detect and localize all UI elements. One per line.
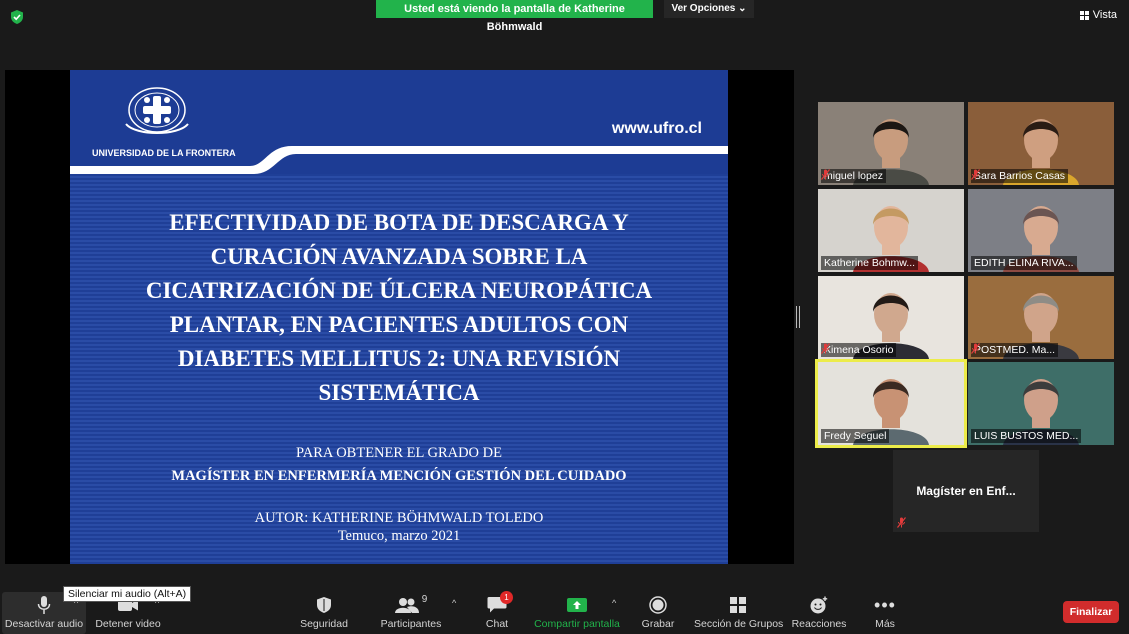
record-button[interactable]: Grabar <box>638 594 678 630</box>
share-screen-label: Compartir pantalla <box>534 618 620 630</box>
university-seal-logo <box>125 87 189 134</box>
participant-name-label: EDITH ELINA RIVA... <box>971 256 1077 270</box>
panel-resize-handle[interactable] <box>796 306 800 328</box>
university-name: UNIVERSIDAD DE LA FRONTERA <box>92 148 236 158</box>
participant-video-tile[interactable]: LUIS BUSTOS MED... <box>968 362 1114 445</box>
breakout-rooms-icon <box>730 597 746 613</box>
participant-name: LUIS BUSTOS MED... <box>974 430 1079 442</box>
breakout-rooms-button[interactable]: Sección de Grupos <box>694 594 784 630</box>
reactions-label: Reacciones <box>791 618 847 630</box>
participant-name-label: Sara Barrios Casas <box>971 169 1069 183</box>
microphone-icon <box>37 596 51 614</box>
chevron-down-icon: ⌄ <box>738 3 747 14</box>
participant-name-label: Ximena Osorio <box>821 343 897 357</box>
more-button[interactable]: ••• Más <box>866 594 904 631</box>
participant-video-tile[interactable]: miguel lopez <box>818 102 964 185</box>
security-label: Seguridad <box>300 618 348 630</box>
view-label: Vista <box>1092 9 1117 21</box>
grid-view-icon <box>1079 10 1089 20</box>
zoom-meeting-window: Usted está viendo la pantalla de Katheri… <box>0 0 1129 634</box>
degree-intro: PARA OBTENER EL GRADO DE <box>296 445 502 461</box>
title-line: EFECTIVIDAD DE BOTA DE DESCARGA Y <box>169 210 629 235</box>
share-screen-icon <box>567 598 587 612</box>
title-line: CICATRIZACIÓN DE ÚLCERA NEUROPÁTICA <box>145 278 653 303</box>
place-date: Temuco, marzo 2021 <box>337 528 461 544</box>
share-screen-button[interactable]: Compartir pantalla <box>534 594 620 630</box>
muted-mic-icon <box>971 169 980 180</box>
participant-name: Ximena Osorio <box>824 344 894 356</box>
degree-name: MAGÍSTER EN ENFERMERÍA MENCIÓN GESTIÓN D… <box>171 468 627 484</box>
record-icon <box>649 596 667 614</box>
title-line: DIABETES MELLITUS 2: UNA REVISIÓN <box>177 346 621 371</box>
participant-name-label: miguel lopez <box>821 169 886 183</box>
participant-name: miguel lopez <box>824 170 883 182</box>
title-line: PLANTAR, EN PACIENTES ADULTOS CON <box>169 312 629 337</box>
chat-label: Chat <box>485 618 509 630</box>
author: AUTOR: KATHERINE BÖHMWALD TOLEDO <box>254 510 544 526</box>
participant-video-tile[interactable]: Sara Barrios Casas <box>968 102 1114 185</box>
muted-mic-icon <box>821 343 830 354</box>
participant-name-label: LUIS BUSTOS MED... <box>971 429 1082 443</box>
participants-icon <box>394 598 419 613</box>
participant-video-tile[interactable]: POSTMED. Ma... <box>968 276 1114 359</box>
slide-title: EFECTIVIDAD DE BOTA DE DESCARGA Y CURACI… <box>110 206 688 410</box>
participant-name-label: POSTMED. Ma... <box>971 343 1059 357</box>
audio-label: Desactivar audio <box>4 618 84 630</box>
participant-name: Fredy Seguel <box>824 430 887 442</box>
security-shield-icon <box>317 597 331 613</box>
participant-video-tile[interactable]: Fredy Seguel <box>815 359 967 448</box>
participant-tile-no-video[interactable]: Magíster en Enf... <box>893 450 1039 532</box>
presentation-slide: UNIVERSIDAD DE LA FRONTERA www.ufro.cl E… <box>70 70 728 564</box>
university-url: www.ufro.cl <box>611 120 702 137</box>
security-button[interactable]: Seguridad <box>294 594 354 630</box>
participant-name: EDITH ELINA RIVA... <box>974 257 1074 269</box>
end-meeting-button[interactable]: Finalizar <box>1063 601 1119 623</box>
encryption-shield-icon[interactable] <box>9 9 25 25</box>
participant-name-label: Katherine Bohmw... <box>821 256 919 270</box>
title-line: SISTEMÁTICA <box>318 380 480 405</box>
participant-name-label: Fredy Seguel <box>821 429 890 443</box>
participants-options-caret[interactable]: ^ <box>452 598 456 608</box>
chat-unread-badge: 1 <box>500 591 513 604</box>
view-options-label: Ver Opciones <box>671 3 736 14</box>
participant-name: Sara Barrios Casas <box>974 170 1066 182</box>
reactions-button[interactable]: Reacciones <box>790 594 848 630</box>
record-label: Grabar <box>641 618 675 630</box>
view-options-button[interactable]: Ver Opciones ⌄ <box>664 0 754 18</box>
muted-mic-icon <box>971 343 980 354</box>
participant-name: Magíster en Enf... <box>916 484 1016 498</box>
participant-name: POSTMED. Ma... <box>974 344 1056 356</box>
chat-button[interactable]: 1 Chat <box>476 591 518 630</box>
more-dots-icon: ••• <box>874 594 896 615</box>
participant-video-tile[interactable]: Katherine Bohmw... <box>818 189 964 272</box>
participant-name: Katherine Bohmw... <box>824 257 916 269</box>
breakout-rooms-label: Sección de Grupos <box>694 618 784 630</box>
mute-audio-tooltip: Silenciar mi audio (Alt+A) <box>63 586 192 602</box>
participants-label: Participantes <box>380 618 442 630</box>
screen-share-banner: Usted está viendo la pantalla de Katheri… <box>376 0 653 33</box>
reaction-emoji-icon <box>810 596 828 614</box>
participant-video-tile[interactable]: EDITH ELINA RIVA... <box>968 189 1114 272</box>
shared-screen[interactable]: UNIVERSIDAD DE LA FRONTERA www.ufro.cl E… <box>5 70 794 564</box>
view-button[interactable]: Vista <box>1079 9 1117 21</box>
participants-count: 9 <box>421 594 428 605</box>
muted-mic-icon <box>821 169 830 180</box>
muted-mic-icon <box>897 517 906 528</box>
participants-button[interactable]: 9 Participantes <box>376 594 446 630</box>
video-label: Detener video <box>95 618 161 630</box>
share-options-caret[interactable]: ^ <box>612 598 616 608</box>
more-label: Más <box>875 618 895 630</box>
participant-video-tile[interactable]: Ximena Osorio <box>818 276 964 359</box>
title-line: CURACIÓN AVANZADA SOBRE LA <box>210 244 588 269</box>
